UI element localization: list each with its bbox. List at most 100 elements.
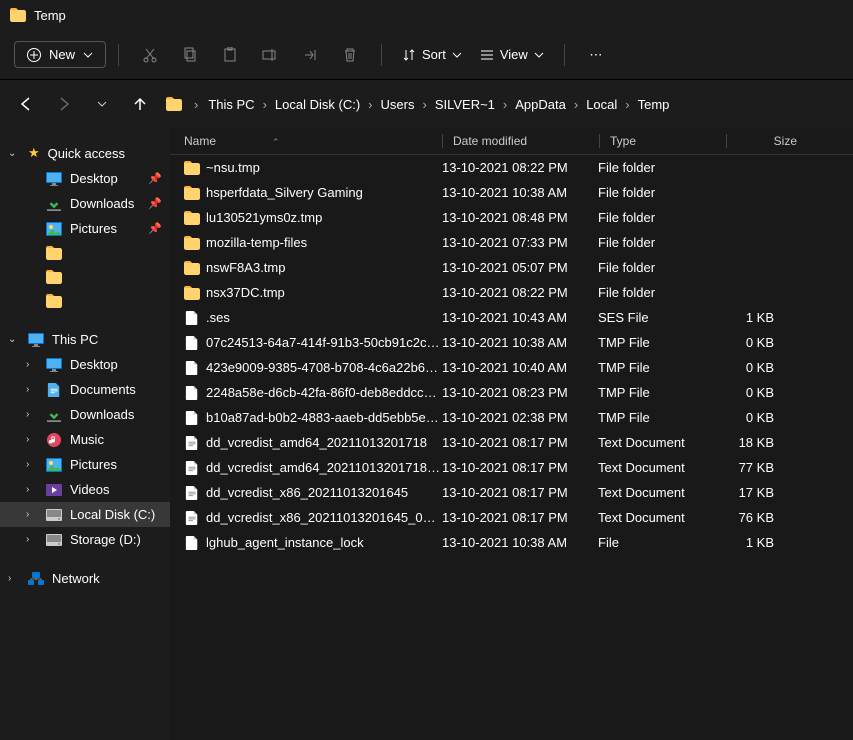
breadcrumb-segment[interactable]: Temp [634,95,674,114]
breadcrumb-segment[interactable]: Users [377,95,419,114]
sidebar-item[interactable]: › Desktop [0,352,170,377]
pin-icon: 📌 [148,222,162,235]
cut-button[interactable] [131,39,169,71]
file-row[interactable]: lghub_agent_instance_lock13-10-2021 10:3… [170,530,853,555]
file-name: b10a87ad-b0b2-4883-aaeb-dd5ebb5e578.tmp [206,410,442,425]
sidebar-item[interactable]: ›Pictures [0,452,170,477]
file-row[interactable]: dd_vcredist_amd64_2021101320171813-10-20… [170,430,853,455]
rename-button[interactable] [251,39,289,71]
chevron-right-icon[interactable]: › [26,534,38,545]
chevron-right-icon[interactable]: › [570,97,582,112]
chevron-right-icon[interactable]: › [190,97,202,112]
more-button[interactable]: ⋯ [577,39,615,71]
chevron-right-icon[interactable]: › [418,97,430,112]
sidebar-item[interactable] [0,265,170,289]
column-size[interactable]: Size [737,134,797,148]
breadcrumb-segment[interactable]: SILVER~1 [431,95,499,114]
sidebar-network[interactable]: › Network [0,566,170,591]
forward-button[interactable] [52,92,76,116]
column-type[interactable]: Type [610,134,726,148]
file-row[interactable]: dd_vcredist_amd64_20211013201718_000_vcR… [170,455,853,480]
delete-button[interactable] [331,39,369,71]
file-row[interactable]: lu130521yms0z.tmp13-10-2021 08:48 PMFile… [170,205,853,230]
chevron-right-icon[interactable]: › [364,97,376,112]
new-label: New [49,47,75,62]
separator [381,44,382,66]
star-icon: ★ [28,145,40,161]
file-name: lu130521yms0z.tmp [206,210,442,225]
text-icon [184,436,206,450]
file-row[interactable]: 423e9009-9385-4708-b708-4c6a22b6cf67.tmp… [170,355,853,380]
file-row[interactable]: .ses13-10-2021 10:43 AMSES File1 KB [170,305,853,330]
file-row[interactable]: dd_vcredist_x86_2021101320164513-10-2021… [170,480,853,505]
chevron-right-icon[interactable]: › [259,97,271,112]
sidebar-item[interactable]: ›Local Disk (C:) [0,502,170,527]
sidebar-item[interactable]: ›Videos [0,477,170,502]
recent-dropdown[interactable] [90,92,114,116]
breadcrumb-folder-icon [166,97,182,111]
network-icon [28,572,44,586]
share-button[interactable] [291,39,329,71]
chevron-down-icon[interactable]: ⌄ [8,334,20,345]
disk-icon [46,508,62,522]
chevron-right-icon[interactable]: › [26,459,38,470]
copy-button[interactable] [171,39,209,71]
folder-icon [184,261,206,275]
sidebar-item[interactable]: Downloads📌 [0,191,170,216]
file-row[interactable]: nswF8A3.tmp13-10-2021 05:07 PMFile folde… [170,255,853,280]
sidebar-item[interactable]: ›Downloads [0,402,170,427]
paste-button[interactable] [211,39,249,71]
file-row[interactable]: 2248a58e-d6cb-42fa-86f0-deb8eddccad5.tmp… [170,380,853,405]
sidebar-item[interactable]: ›Storage (D:) [0,527,170,552]
sidebar-item[interactable] [0,241,170,265]
sidebar-item-label: Desktop [70,357,162,372]
breadcrumb-segment[interactable]: Local Disk (C:) [271,95,364,114]
back-button[interactable] [14,92,38,116]
chevron-right-icon[interactable]: › [26,509,38,520]
file-size: 76 KB [724,510,774,525]
sidebar-item[interactable] [0,289,170,313]
breadcrumb[interactable]: › This PC›Local Disk (C:)›Users›SILVER~1… [166,95,839,114]
file-row[interactable]: 07c24513-64a7-414f-91b3-50cb91c2c2f5.tmp… [170,330,853,355]
file-row[interactable]: ~nsu.tmp13-10-2021 08:22 PMFile folder [170,155,853,180]
chevron-right-icon[interactable]: › [26,359,38,370]
breadcrumb-segment[interactable]: Local [582,95,621,114]
sidebar-item[interactable]: Pictures📌 [0,216,170,241]
file-row[interactable]: nsx37DC.tmp13-10-2021 08:22 PMFile folde… [170,280,853,305]
file-type: TMP File [598,360,724,375]
breadcrumb-segment[interactable]: AppData [511,95,570,114]
sidebar-quick-access[interactable]: ⌄ ★ Quick access [0,140,170,166]
file-name: 2248a58e-d6cb-42fa-86f0-deb8eddccad5.tmp [206,385,442,400]
chevron-right-icon[interactable]: › [26,409,38,420]
new-button[interactable]: New [14,41,106,68]
pin-icon: 📌 [148,197,162,210]
sidebar-item[interactable]: ›Documents [0,377,170,402]
file-size: 0 KB [724,360,774,375]
chevron-down-icon[interactable]: ⌄ [8,148,20,159]
sort-button[interactable]: Sort [394,43,470,66]
file-row[interactable]: hsperfdata_Silvery Gaming13-10-2021 10:3… [170,180,853,205]
desktop-icon [46,172,62,186]
column-date[interactable]: Date modified [453,134,599,148]
chevron-right-icon[interactable]: › [26,484,38,495]
up-button[interactable] [128,92,152,116]
navbar: › This PC›Local Disk (C:)›Users›SILVER~1… [0,80,853,128]
folder-icon [184,236,206,250]
column-name[interactable]: Name⌃ [184,134,442,148]
file-row[interactable]: dd_vcredist_x86_20211013201645_000_vcRun… [170,505,853,530]
chevron-right-icon[interactable]: › [26,384,38,395]
sidebar-this-pc[interactable]: ⌄ This PC [0,327,170,352]
file-row[interactable]: mozilla-temp-files13-10-2021 07:33 PMFil… [170,230,853,255]
sort-asc-icon: ⌃ [272,137,280,147]
sidebar-item[interactable]: Desktop📌 [0,166,170,191]
text-icon [184,486,206,500]
view-button[interactable]: View [472,43,552,66]
chevron-right-icon[interactable]: › [8,573,20,584]
file-date: 13-10-2021 10:38 AM [442,185,598,200]
chevron-right-icon[interactable]: › [621,97,633,112]
chevron-right-icon[interactable]: › [499,97,511,112]
sidebar-item[interactable]: ›Music [0,427,170,452]
breadcrumb-segment[interactable]: This PC [204,95,258,114]
chevron-right-icon[interactable]: › [26,434,38,445]
file-row[interactable]: b10a87ad-b0b2-4883-aaeb-dd5ebb5e578.tmp1… [170,405,853,430]
